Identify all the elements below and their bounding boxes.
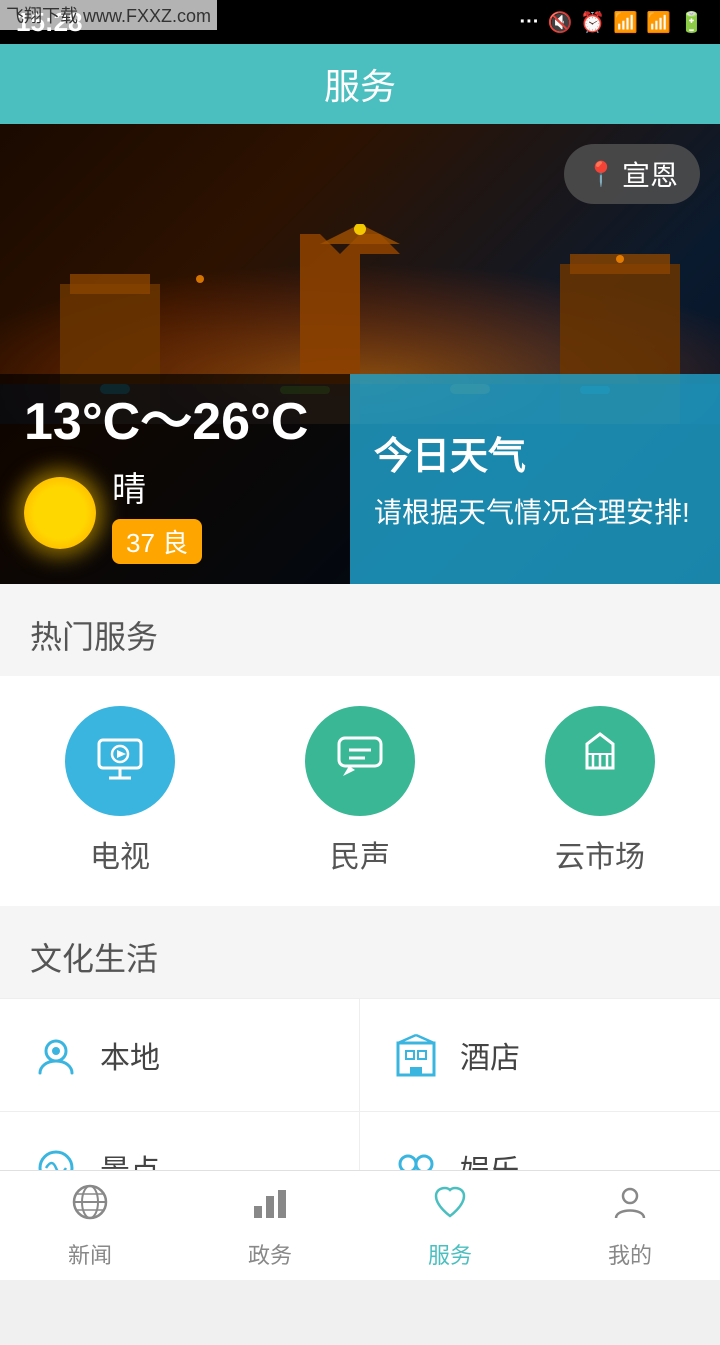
market-icon-circle xyxy=(545,706,655,816)
hot-services-section: 电视 民声 xyxy=(0,676,720,906)
temperature-display: 13°C～26°C xyxy=(24,394,326,451)
hotel-icon xyxy=(390,1029,442,1081)
person-icon xyxy=(610,1182,650,1232)
weather-card: 13°C～26°C 晴 37 良 今日天气 请根据天气情况合理安排! xyxy=(0,374,720,584)
tv-label: 电视 xyxy=(90,832,150,876)
service-item-market[interactable]: 云市场 xyxy=(545,706,655,876)
cellular-icon: 📶 xyxy=(646,10,671,35)
nav-item-news[interactable]: 新闻 xyxy=(48,1174,132,1278)
weather-advice: 请根据天气情况合理安排! xyxy=(374,492,696,534)
mine-nav-label: 我的 xyxy=(608,1238,652,1270)
globe-icon xyxy=(70,1182,110,1232)
culture-item-local[interactable]: 本地 xyxy=(0,999,360,1112)
market-label: 云市场 xyxy=(555,832,645,876)
hot-services-label: 热门服务 xyxy=(30,619,158,655)
nav-item-service[interactable]: 服务 xyxy=(408,1174,492,1278)
signal-icon: ··· xyxy=(519,11,539,34)
weather-condition: 晴 xyxy=(112,462,202,511)
weather-left-panel: 13°C～26°C 晴 37 良 xyxy=(0,374,350,584)
culture-header: 文化生活 xyxy=(0,906,720,998)
government-nav-label: 政务 xyxy=(248,1238,292,1270)
weather-sun-row: 晴 37 良 xyxy=(24,462,326,564)
market-icon xyxy=(571,726,629,797)
service-item-tv[interactable]: 电视 xyxy=(65,706,175,876)
weather-description-col: 晴 37 良 xyxy=(112,462,202,564)
watermark: 飞翔下载 www.FXXZ.com xyxy=(0,0,217,30)
heart-icon xyxy=(430,1182,470,1232)
page-title: 服务 xyxy=(324,58,396,110)
service-nav-label: 服务 xyxy=(428,1238,472,1270)
vibrate-icon: 🔇 xyxy=(547,10,572,35)
service-item-minsheng[interactable]: 民声 xyxy=(305,706,415,876)
bar-chart-icon xyxy=(250,1182,290,1232)
location-pin-icon: 📍 xyxy=(586,160,616,189)
culture-item-hotel[interactable]: 酒店 xyxy=(360,999,720,1112)
hot-services-header: 热门服务 xyxy=(0,584,720,676)
alarm-icon: ⏰ xyxy=(580,10,605,35)
air-quality-badge: 37 良 xyxy=(112,519,202,564)
minsheng-icon-circle xyxy=(305,706,415,816)
nav-item-mine[interactable]: 我的 xyxy=(588,1174,672,1278)
hotel-label: 酒店 xyxy=(460,1033,520,1077)
battery-icon: 🔋 xyxy=(679,10,704,35)
top-bar: 服务 xyxy=(0,44,720,124)
bottom-nav: 新闻 政务 服务 我的 xyxy=(0,1170,720,1280)
weather-right-panel: 今日天气 请根据天气情况合理安排! xyxy=(350,374,720,584)
nav-item-government[interactable]: 政务 xyxy=(228,1174,312,1278)
chat-icon xyxy=(331,726,389,797)
weather-banner: 📍 宣恩 13°C～26°C 晴 37 良 今日天气 请根据天气情况合理安排! xyxy=(0,124,720,584)
today-weather-label: 今日天气 xyxy=(374,425,696,480)
tv-icon xyxy=(91,726,149,797)
location-name: 宣恩 xyxy=(622,154,678,194)
culture-label: 文化生活 xyxy=(30,941,158,977)
tv-icon-circle xyxy=(65,706,175,816)
minsheng-label: 民声 xyxy=(330,832,390,876)
location-badge[interactable]: 📍 宣恩 xyxy=(564,144,700,204)
service-icons-row: 电视 民声 xyxy=(0,706,720,876)
status-icons: ··· 🔇 ⏰ 📶 📶 🔋 xyxy=(519,10,704,35)
local-icon xyxy=(30,1029,82,1081)
news-nav-label: 新闻 xyxy=(68,1238,112,1270)
local-label: 本地 xyxy=(100,1033,160,1077)
wifi-icon: 📶 xyxy=(613,10,638,35)
sun-icon xyxy=(24,477,96,549)
